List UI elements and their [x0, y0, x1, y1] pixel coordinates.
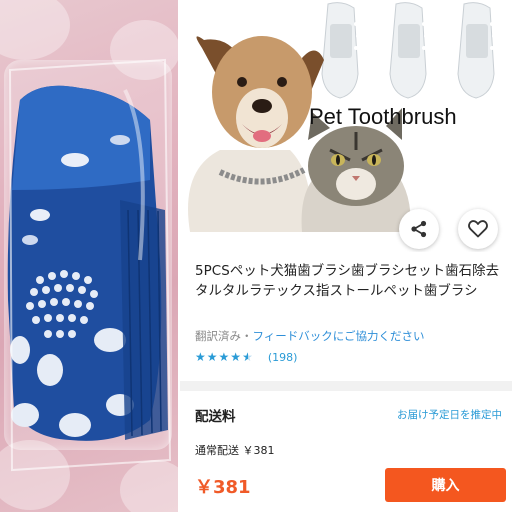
- delivery-estimate: お届け予定日を推定中: [397, 409, 502, 421]
- review-count[interactable]: (198): [268, 351, 298, 364]
- half-star-icon: ★: [242, 350, 253, 364]
- star-icon: ★: [206, 350, 218, 364]
- product-info-panel: 5PCSペット犬猫歯ブラシ歯ブラシセット歯石除去タルタルラテックス指ストールペッ…: [180, 252, 512, 512]
- image-title-overlay: Pet Toothbrush: [309, 104, 457, 129]
- favorite-button[interactable]: [458, 209, 498, 249]
- translation-notice: 翻訳済み・フィードバックにご協力ください: [195, 328, 425, 344]
- buy-button[interactable]: 購入: [385, 468, 506, 502]
- price: ￥381: [195, 477, 251, 498]
- star-icon: ★: [218, 350, 230, 364]
- shipping-fee: 通常配送 ￥381: [195, 444, 275, 457]
- star-icon: ★: [230, 350, 242, 364]
- heart-icon: [468, 220, 488, 238]
- translated-label: 翻訳済み・: [195, 329, 253, 343]
- section-divider: [180, 381, 512, 391]
- feedback-link[interactable]: フィードバックにご協力ください: [253, 329, 425, 343]
- shipping-label: 配送料: [195, 409, 236, 425]
- left-product-photo: [0, 0, 178, 512]
- share-button[interactable]: [399, 209, 439, 249]
- star-icon: ★: [195, 350, 206, 364]
- socks-image: [7, 58, 172, 472]
- rating-row[interactable]: ★ ★ ★ ★ ★ (198): [195, 350, 297, 364]
- finger-toothbrush-icons: [321, 2, 496, 99]
- product-title: 5PCSペット犬猫歯ブラシ歯ブラシセット歯石除去タルタルラテックス指ストールペッ…: [195, 264, 500, 299]
- share-icon: [411, 220, 427, 238]
